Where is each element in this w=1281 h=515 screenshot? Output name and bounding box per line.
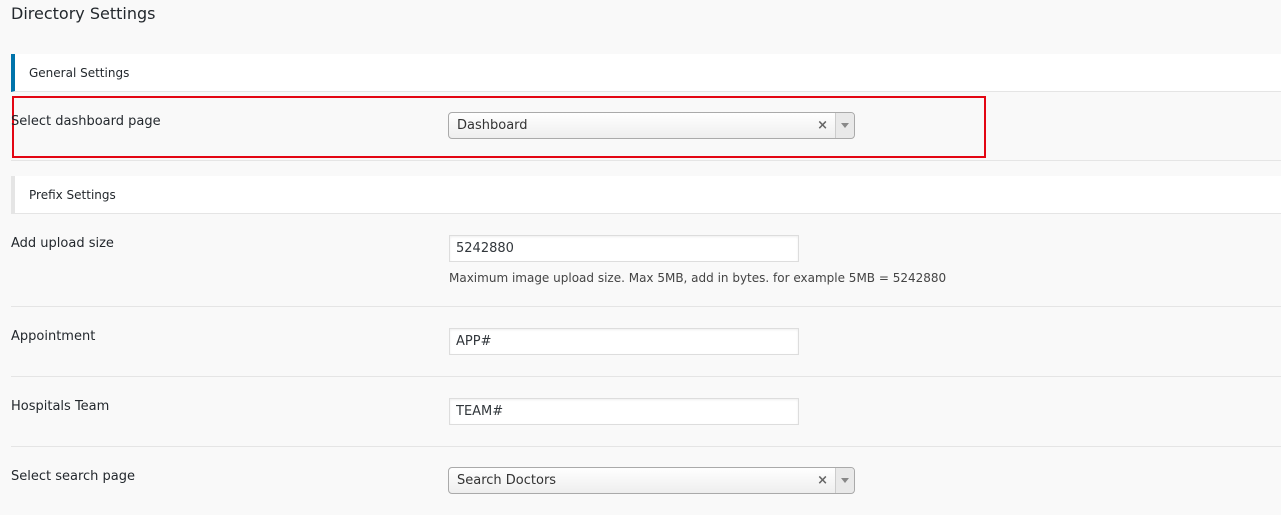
dropdown-toggle[interactable] [835,468,854,493]
clear-selection-icon[interactable]: × [817,473,828,488]
upload-size-help: Maximum image upload size. Max 5MB, add … [449,271,947,285]
chevron-down-icon [841,123,849,128]
dropdown-toggle[interactable] [835,113,854,138]
search-page-label: Select search page [11,469,136,484]
section-general-settings-label: General Settings [29,66,130,80]
section-general-settings: General Settings [11,54,1281,92]
upload-size-input[interactable] [449,235,799,262]
search-page-select[interactable]: Search Doctors × [448,467,855,494]
appointment-label: Appointment [11,329,96,344]
row-divider [11,306,1281,307]
row-divider [11,376,1281,377]
hospitals-team-prefix-input[interactable] [449,398,799,425]
clear-selection-icon[interactable]: × [817,118,828,133]
dashboard-page-label: Select dashboard page [11,114,161,129]
section-prefix-settings-label: Prefix Settings [29,188,116,202]
chevron-down-icon [841,478,849,483]
hospitals-team-label: Hospitals Team [11,399,110,414]
dashboard-page-select-value: Dashboard [457,118,528,133]
page-title: Directory Settings [11,4,156,23]
appointment-prefix-input[interactable] [449,328,799,355]
row-divider [11,160,1281,161]
dashboard-page-select[interactable]: Dashboard × [448,112,855,139]
search-page-select-value: Search Doctors [457,473,557,488]
upload-size-label: Add upload size [11,236,114,251]
section-prefix-settings: Prefix Settings [11,176,1281,214]
row-divider [11,446,1281,447]
